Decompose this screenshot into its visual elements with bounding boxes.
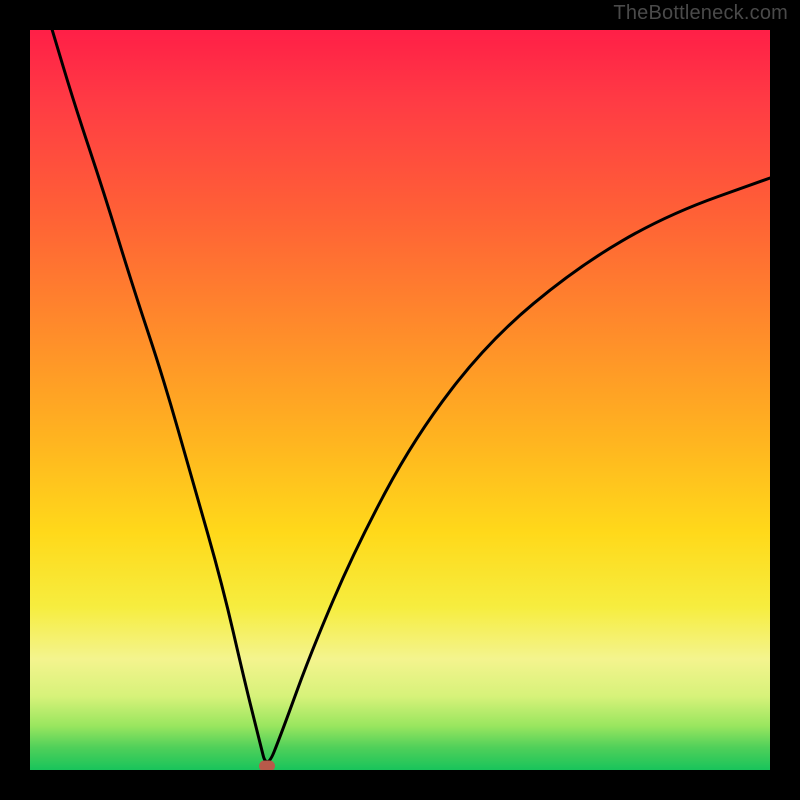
chart-stage: TheBottleneck.com	[0, 0, 800, 800]
watermark-text: TheBottleneck.com	[613, 2, 788, 25]
minimum-marker	[259, 761, 275, 771]
plot-area	[30, 30, 770, 770]
curve-path	[52, 30, 770, 762]
bottleneck-curve	[30, 30, 770, 770]
